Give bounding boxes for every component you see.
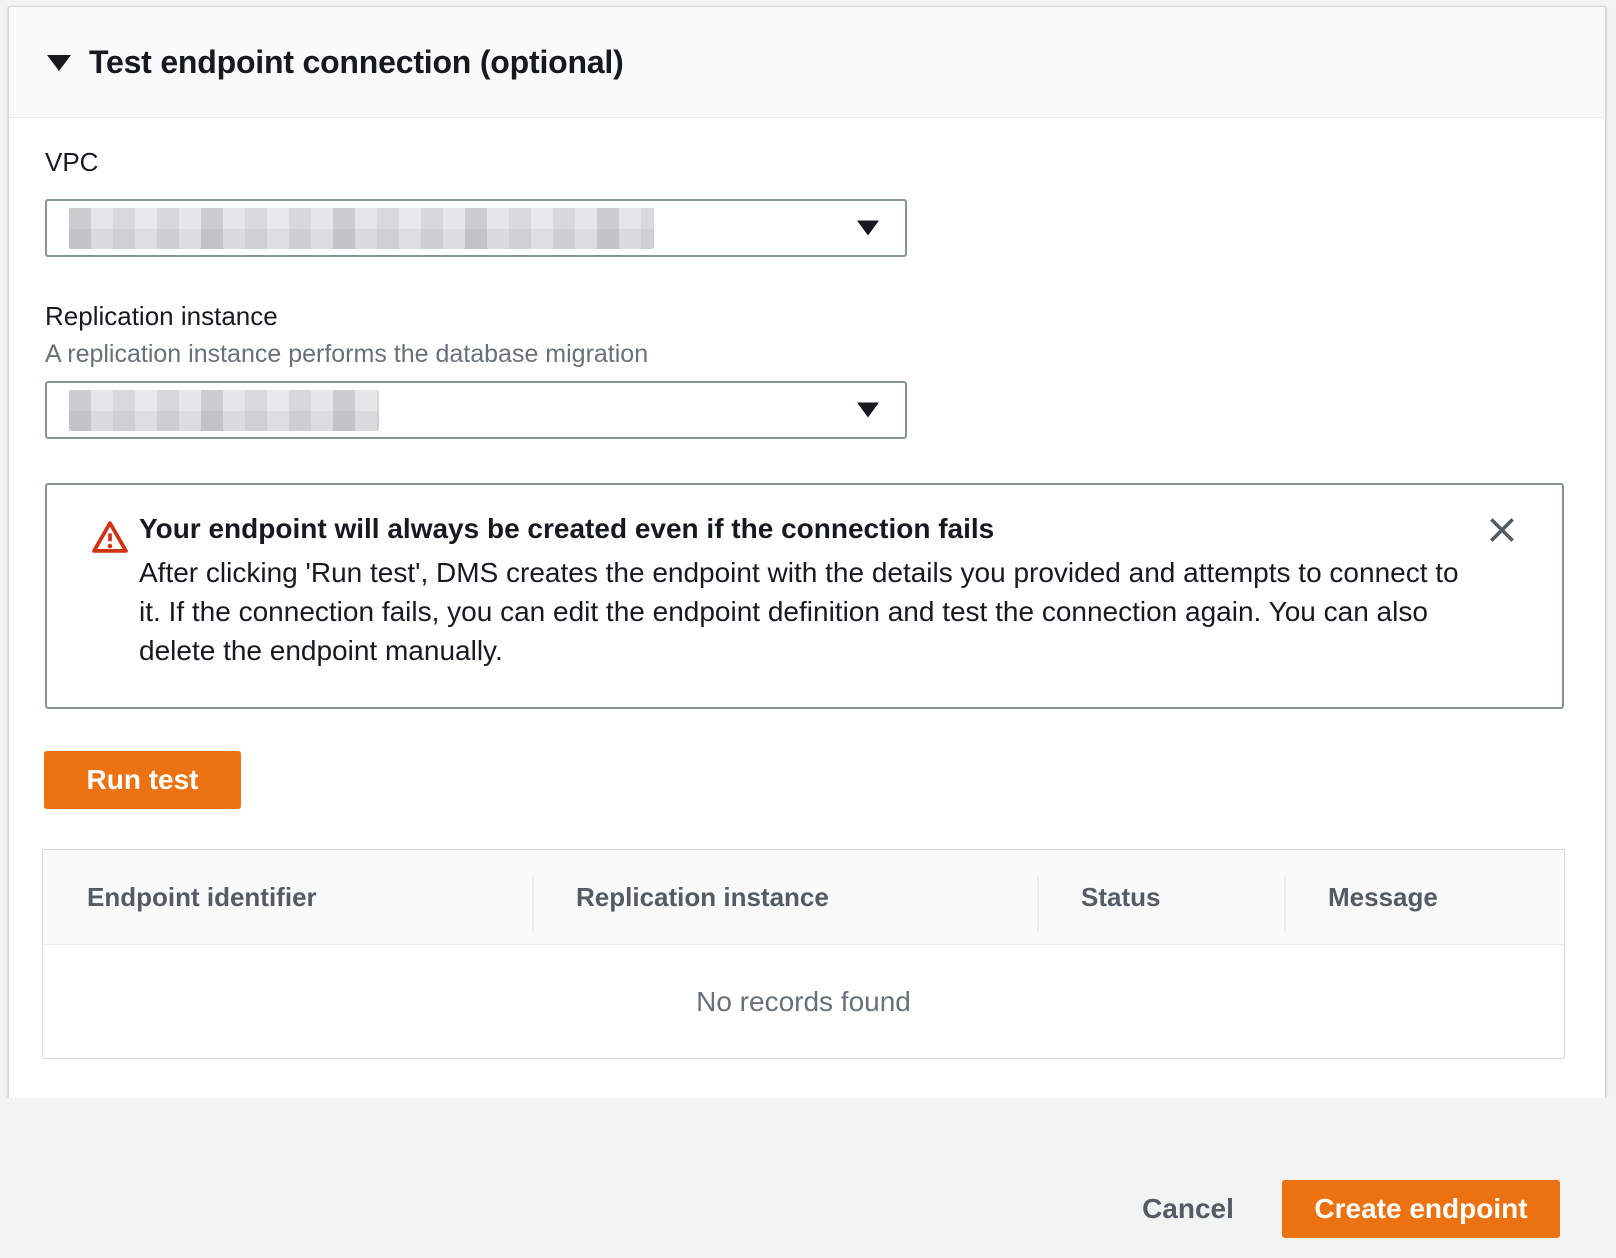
column-header-status: Status: [1037, 882, 1284, 913]
redacted-vpc-value: [69, 208, 654, 249]
column-header-message: Message: [1284, 882, 1564, 913]
caret-down-icon: [857, 403, 879, 418]
vpc-label: VPC: [45, 147, 98, 178]
cancel-button[interactable]: Cancel: [1108, 1180, 1268, 1238]
column-header-replication-instance: Replication instance: [532, 882, 1037, 913]
column-divider: [532, 876, 534, 932]
column-divider: [1037, 876, 1039, 932]
column-divider: [1284, 876, 1286, 932]
warning-alert: Your endpoint will always be created eve…: [45, 483, 1564, 709]
table-header-row: Endpoint identifier Replication instance…: [43, 850, 1564, 945]
run-test-button[interactable]: Run test: [44, 751, 241, 809]
replication-instance-label: Replication instance: [45, 301, 278, 332]
replication-instance-description: A replication instance performs the data…: [45, 340, 648, 369]
replication-instance-select[interactable]: [45, 381, 907, 439]
test-endpoint-connection-panel: Test endpoint connection (optional) VPC …: [8, 6, 1606, 1099]
empty-table-message: No records found: [43, 945, 1564, 1058]
section-header[interactable]: Test endpoint connection (optional): [9, 7, 1605, 118]
test-results-table: Endpoint identifier Replication instance…: [42, 849, 1565, 1059]
warning-triangle-icon: [91, 519, 129, 560]
column-header-endpoint-identifier: Endpoint identifier: [43, 882, 532, 913]
dismiss-alert-button[interactable]: [1482, 511, 1522, 551]
vpc-select[interactable]: [45, 199, 907, 257]
footer-actions: Cancel Create endpoint: [0, 1098, 1616, 1258]
close-icon: [1485, 535, 1519, 550]
create-endpoint-button[interactable]: Create endpoint: [1282, 1180, 1560, 1238]
section-title: Test endpoint connection (optional): [89, 44, 624, 81]
caret-down-icon: [857, 221, 879, 236]
caret-down-icon: [47, 55, 71, 71]
alert-body: After clicking 'Run test', DMS creates t…: [139, 553, 1459, 670]
alert-title: Your endpoint will always be created eve…: [139, 513, 994, 545]
redacted-replication-instance-value: [69, 390, 379, 431]
